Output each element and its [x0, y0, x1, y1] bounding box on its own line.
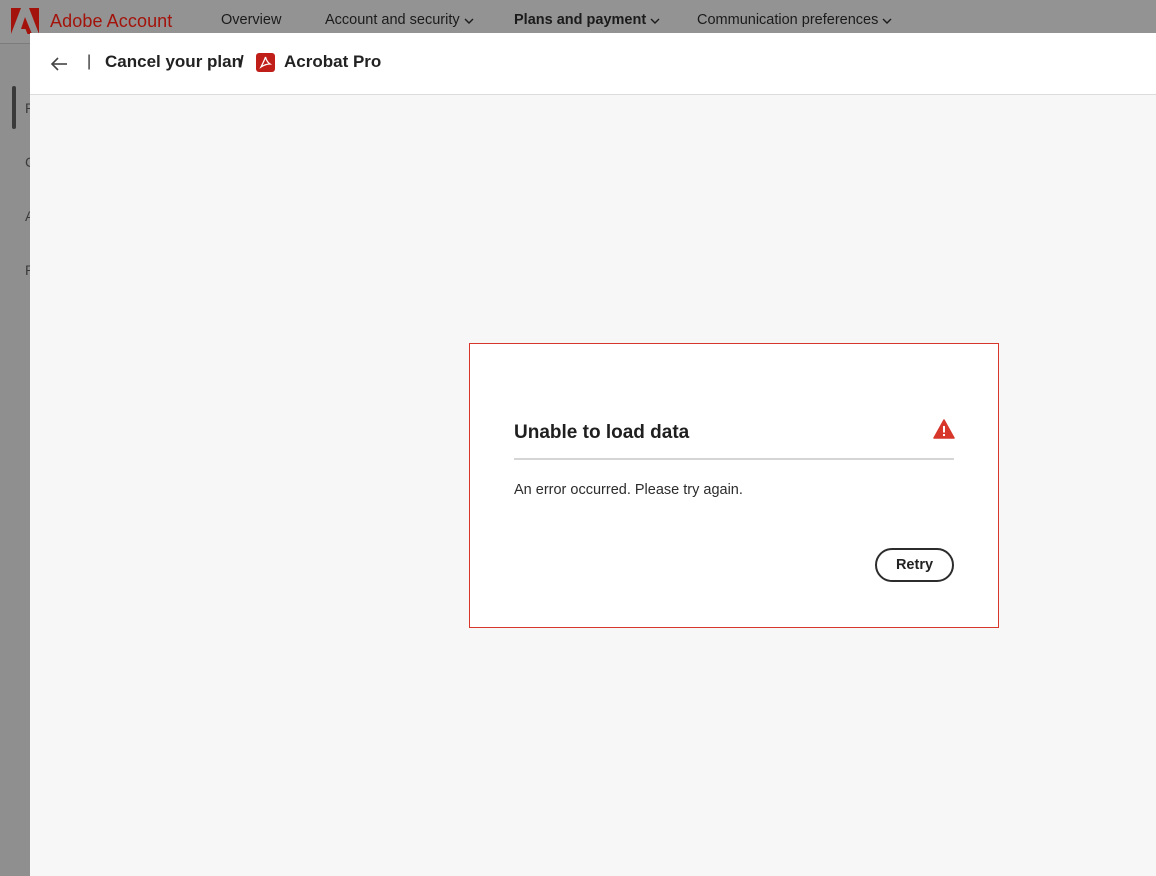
sidebar-active-indicator: [12, 86, 16, 129]
nav-plans-payment[interactable]: Plans and payment: [514, 12, 660, 28]
chevron-down-icon: [650, 18, 660, 24]
brand-name: Adobe Account: [50, 10, 173, 31]
page-title: Cancel your plan: [105, 52, 242, 71]
brand[interactable]: Adobe Account: [11, 8, 172, 34]
nav-communication-preferences[interactable]: Communication preferences: [697, 12, 892, 28]
back-button[interactable]: [48, 53, 70, 75]
nav-account-security-label: Account and security: [325, 12, 460, 28]
error-title: Unable to load data: [514, 422, 690, 443]
acrobat-icon: [256, 53, 275, 72]
error-card: Unable to load data An error occurred. P…: [469, 343, 999, 628]
chevron-down-icon: [882, 18, 892, 24]
nav-plans-payment-label: Plans and payment: [514, 12, 647, 28]
retry-button[interactable]: Retry: [875, 548, 954, 582]
breadcrumb-slash: /: [239, 52, 244, 71]
header-separator: |: [87, 53, 92, 70]
nav-account-security[interactable]: Account and security: [325, 12, 474, 28]
adobe-logo-icon: [11, 8, 39, 34]
alert-triangle-icon: [933, 419, 955, 439]
arrow-left-icon: [50, 57, 67, 71]
chevron-down-icon: [464, 18, 474, 24]
panel-header: | Cancel your plan / Acrobat Pro: [30, 33, 1156, 95]
nav-communication-preferences-label: Communication preferences: [697, 12, 879, 28]
nav-overview-label: Overview: [221, 12, 282, 28]
cancel-plan-panel: | Cancel your plan / Acrobat Pro Unable …: [30, 33, 1156, 876]
error-message: An error occurred. Please try again.: [514, 482, 743, 498]
nav-overview[interactable]: Overview: [221, 12, 281, 28]
product-name: Acrobat Pro: [284, 52, 382, 71]
error-divider: [514, 458, 954, 460]
